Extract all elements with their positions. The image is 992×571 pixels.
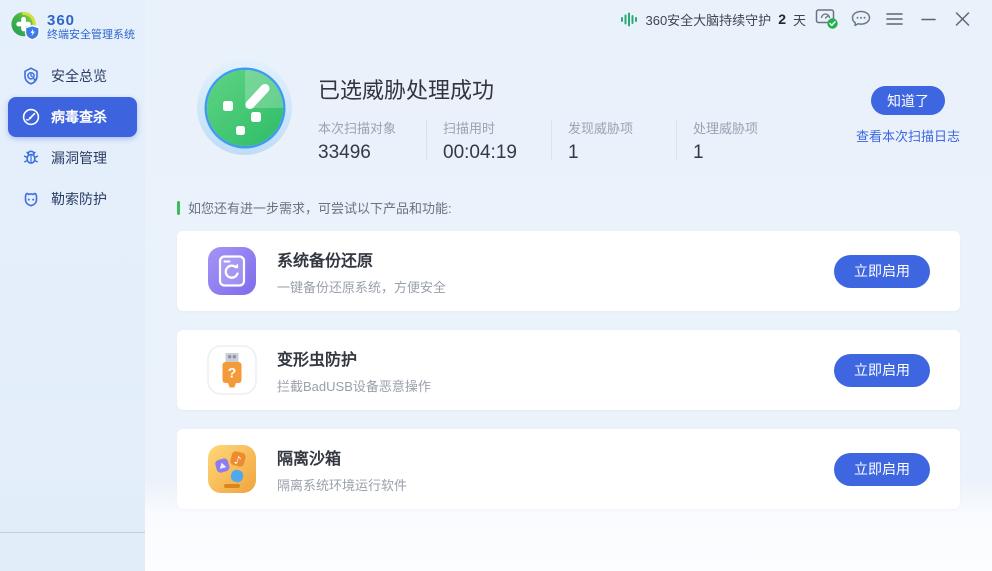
- feature-card-list: 系统备份还原 一键备份还原系统，方便安全 立即启用 ? 变形虫防护 拦: [177, 231, 960, 509]
- chat-bubble-icon: [850, 9, 872, 29]
- titlebar: 360安全大脑持续守护 2 天: [145, 0, 992, 38]
- card-text: 隔离沙箱 隔离系统环境运行软件: [277, 445, 407, 494]
- card-description: 拦截BadUSB设备恶意操作: [277, 376, 431, 395]
- card-sandbox: ♪ 隔离沙箱 隔离系统环境运行软件 立即启用: [177, 429, 960, 509]
- sidebar-nav: 安全总览 病毒查杀 漏洞管理: [0, 56, 145, 219]
- hamburger-menu-icon: [886, 12, 903, 26]
- minimize-button[interactable]: [914, 6, 942, 32]
- brand-subtitle: 终端安全管理系统: [47, 29, 135, 41]
- security-brain-status: 360安全大脑持续守护 2 天: [620, 10, 806, 29]
- brain-waveform-icon: [620, 11, 638, 28]
- sidebar: 360 终端安全管理系统 安全总览: [0, 0, 145, 571]
- card-title: 变形虫防护: [277, 346, 431, 370]
- brand-text: 360 终端安全管理系统: [47, 13, 135, 42]
- stat-divider: [426, 120, 427, 160]
- guard-days: 2: [778, 11, 786, 27]
- card-description: 一键备份还原系统，方便安全: [277, 277, 446, 296]
- sidebar-item-ransomware[interactable]: 勒索防护: [8, 179, 137, 219]
- sidebar-item-label: 安全总览: [51, 66, 107, 86]
- svg-text:?: ?: [228, 365, 237, 381]
- card-badusb-protect: ? 变形虫防护 拦截BadUSB设备恶意操作 立即启用: [177, 330, 960, 410]
- scan-result-actions: 知道了 查看本次扫描日志: [856, 60, 960, 145]
- tip-text: 如您还有进一步需求，可尝试以下产品和功能:: [188, 198, 452, 217]
- device-status-button[interactable]: [814, 6, 840, 32]
- stat-threats-handled: 处理威胁项 1: [693, 118, 785, 164]
- sidebar-item-security-overview[interactable]: 安全总览: [8, 56, 137, 96]
- app-window: 360 终端安全管理系统 安全总览: [0, 0, 992, 571]
- guard-text: 360安全大脑持续守护: [645, 10, 771, 29]
- scan-result-info: 已选威胁处理成功 本次扫描对象 33496 扫描用时 00:04:19 发现威胁…: [318, 60, 785, 164]
- sidebar-item-label: 漏洞管理: [51, 148, 107, 168]
- enable-system-backup-button[interactable]: 立即启用: [834, 255, 930, 288]
- scan-stats: 本次扫描对象 33496 扫描用时 00:04:19 发现威胁项 1: [318, 118, 785, 164]
- stat-scanned-objects: 本次扫描对象 33496: [318, 118, 410, 164]
- card-text: 系统备份还原 一键备份还原系统，方便安全: [277, 247, 446, 296]
- main-area: 360安全大脑持续守护 2 天: [145, 0, 992, 571]
- stat-divider: [551, 120, 552, 160]
- card-title: 隔离沙箱: [277, 445, 407, 469]
- stat-threats-found: 发现威胁项 1: [568, 118, 660, 164]
- card-system-backup: 系统备份还原 一键备份还原系统，方便安全 立即启用: [177, 231, 960, 311]
- acknowledge-button[interactable]: 知道了: [871, 86, 945, 115]
- enable-sandbox-button[interactable]: 立即启用: [834, 453, 930, 486]
- view-scan-log-link[interactable]: 查看本次扫描日志: [856, 126, 960, 145]
- card-text: 变形虫防护 拦截BadUSB设备恶意操作: [277, 346, 431, 395]
- suggestions-tip: 如您还有进一步需求，可尝试以下产品和功能:: [177, 198, 960, 217]
- sidebar-item-virus-scan[interactable]: 病毒查杀: [8, 97, 137, 137]
- brand-name: 360: [47, 13, 135, 30]
- tip-accent-bar: [177, 201, 180, 215]
- virus-scan-gauge-icon: [21, 107, 41, 127]
- stat-scan-duration: 扫描用时 00:04:19: [443, 118, 535, 164]
- brand-360-icon: [10, 10, 41, 44]
- scan-success-icon: [197, 60, 292, 155]
- card-title: 系统备份还原: [277, 247, 446, 271]
- ransom-devil-icon: [21, 189, 41, 209]
- sandbox-icon: ♪: [207, 444, 257, 494]
- system-backup-icon: [207, 246, 257, 296]
- sidebar-item-label: 勒索防护: [51, 189, 107, 209]
- bug-icon: [21, 148, 41, 168]
- scan-result-title: 已选威胁处理成功: [318, 73, 785, 105]
- sidebar-item-label: 病毒查杀: [51, 107, 107, 127]
- enable-badusb-protect-button[interactable]: 立即启用: [834, 354, 930, 387]
- app-logo: 360 终端安全管理系统: [0, 8, 145, 50]
- close-icon: [955, 12, 970, 26]
- main-menu-button[interactable]: [880, 6, 908, 32]
- sidebar-item-vulnerability[interactable]: 漏洞管理: [8, 138, 137, 178]
- card-description: 隔离系统环境运行软件: [277, 475, 407, 494]
- shield-overview-icon: [21, 66, 41, 86]
- stat-divider: [676, 120, 677, 160]
- minimize-icon: [921, 12, 936, 26]
- feedback-button[interactable]: [848, 6, 874, 32]
- guard-unit: 天: [793, 10, 806, 29]
- monitor-check-icon: [815, 8, 839, 30]
- close-button[interactable]: [948, 6, 976, 32]
- sidebar-bottom-divider: [0, 532, 145, 533]
- scan-result-banner: 已选威胁处理成功 本次扫描对象 33496 扫描用时 00:04:19 发现威胁…: [145, 38, 992, 164]
- badusb-protect-icon: ?: [207, 345, 257, 395]
